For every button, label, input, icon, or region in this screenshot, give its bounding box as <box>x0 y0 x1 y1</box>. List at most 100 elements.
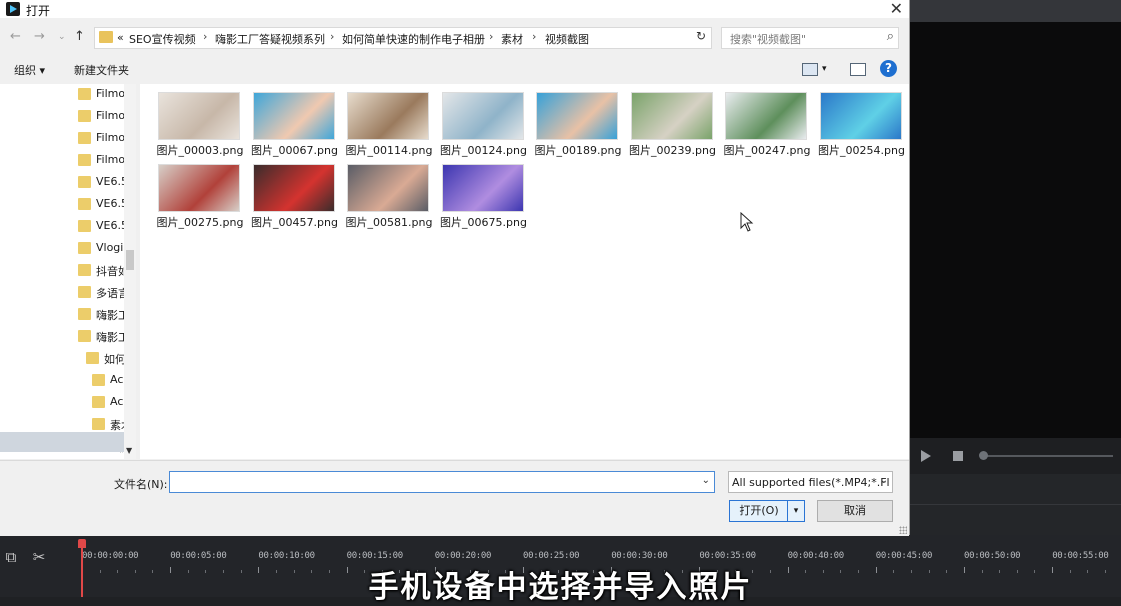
refresh-icon[interactable]: ↻ <box>692 29 710 47</box>
file-name: 图片_00189.png <box>534 144 622 157</box>
open-button-label: 打开(O) <box>739 504 779 517</box>
help-icon[interactable]: ? <box>880 60 897 77</box>
view-mode-icon[interactable] <box>802 63 818 76</box>
folder-icon <box>78 132 91 144</box>
timecode-label: 00:00:20:00 <box>434 551 492 561</box>
image-thumbnail <box>819 92 902 140</box>
image-thumbnail <box>347 92 429 140</box>
timecode-label: 00:00:45:00 <box>875 551 933 561</box>
file-thumbnail-item[interactable]: 图片_00457.png <box>247 156 338 229</box>
tree-scrollbar[interactable]: ▼ <box>124 84 136 459</box>
tree-folder-label: Ac <box>110 395 124 408</box>
filter-dropdown-icon[interactable]: ⌄ <box>880 475 888 486</box>
file-thumbnail-item[interactable]: 图片_00254.png <box>814 84 905 157</box>
open-file-dialog: 打开 ✕ ← → ⌄ ↑ « SEO宣传视频 › 嗨影工厂答疑视频系列 › 如何… <box>0 0 910 536</box>
breadcrumb-screenshots[interactable]: 视频截图 <box>545 31 589 47</box>
breadcrumb-separator: › <box>489 30 494 43</box>
breadcrumb-separator: › <box>203 30 208 43</box>
file-thumbnail-item[interactable]: 图片_00114.png <box>341 84 432 157</box>
filename-dropdown-icon[interactable]: ⌄ <box>702 475 710 486</box>
scrollbar-thumb[interactable] <box>126 250 134 270</box>
file-thumbnail-item[interactable]: 图片_00247.png <box>719 84 810 157</box>
folder-icon <box>86 352 99 364</box>
scrubber-knob[interactable] <box>979 451 988 460</box>
file-thumbnail-item[interactable]: 图片_00581.png <box>341 156 432 229</box>
file-thumbnail-item[interactable]: 图片_00067.png <box>247 84 338 157</box>
file-name: 图片_00254.png <box>818 144 905 157</box>
image-thumbnail <box>536 92 618 140</box>
search-placeholder: 搜索"视频截图" <box>730 33 807 46</box>
folder-icon <box>78 198 91 210</box>
breadcrumb-album[interactable]: 如何简单快速的制作电子相册 <box>342 31 485 47</box>
playback-scrubber[interactable] <box>983 455 1113 457</box>
forward-arrow-icon[interactable]: → <box>34 29 45 44</box>
tree-folder-label: 如何 <box>104 353 126 366</box>
filename-input[interactable]: ⌄ <box>169 471 715 493</box>
video-preview <box>909 22 1121 438</box>
new-folder-button[interactable]: 新建文件夹 <box>74 62 129 78</box>
resize-grip[interactable] <box>899 526 907 534</box>
organize-menu[interactable]: 组织 ▾ <box>14 62 45 78</box>
image-thumbnail <box>441 92 524 140</box>
breadcrumb-separator: › <box>532 30 537 43</box>
image-thumbnail <box>158 92 240 140</box>
dialog-titlebar: 打开 ✕ <box>0 0 909 18</box>
recent-dropdown-icon[interactable]: ⌄ <box>58 32 66 42</box>
file-thumbnail-item[interactable]: 图片_00675.png <box>436 156 527 229</box>
navigation-bar: ← → ⌄ ↑ « SEO宣传视频 › 嗨影工厂答疑视频系列 › 如何简单快速的… <box>0 25 909 51</box>
file-name: 图片_00675.png <box>440 216 527 229</box>
folder-icon <box>78 176 91 188</box>
player-controls <box>909 438 1121 474</box>
preview-pane-icon[interactable] <box>850 63 866 76</box>
breadcrumb-qa-series[interactable]: 嗨影工厂答疑视频系列 <box>215 31 325 47</box>
file-thumbnail-item[interactable]: 图片_00189.png <box>530 84 621 157</box>
image-thumbnail <box>347 164 429 212</box>
tree-folder-label: Filmo <box>96 109 126 122</box>
file-thumbnail-item[interactable]: 图片_00124.png <box>436 84 527 157</box>
back-arrow-icon[interactable]: ← <box>10 29 21 44</box>
app-logo-icon <box>6 2 20 16</box>
subtitle-caption: 手机设备中选择并导入照片 <box>368 570 753 605</box>
timecode-label: 00:00:35:00 <box>699 551 756 561</box>
breadcrumb-assets[interactable]: 素材 <box>501 31 523 47</box>
breadcrumb-overflow[interactable]: « <box>117 31 124 44</box>
search-box[interactable]: 搜索"视频截图" ⌕ <box>721 27 899 49</box>
image-thumbnail <box>630 92 713 140</box>
open-button[interactable]: 打开(O) ▾ <box>729 500 805 522</box>
folder-icon <box>92 396 105 408</box>
filename-label: 文件名(N): <box>114 478 168 491</box>
tree-folder-label: Filmo <box>96 87 126 100</box>
file-thumbnail-item[interactable]: 图片_00275.png <box>152 156 243 229</box>
cancel-button[interactable]: 取消 <box>817 500 893 522</box>
timecode-label: 00:00:10:00 <box>258 551 315 561</box>
breadcrumb-seo[interactable]: SEO宣传视频 <box>129 31 196 47</box>
image-thumbnail <box>725 92 807 140</box>
scroll-down-icon[interactable]: ▼ <box>126 446 132 455</box>
close-icon[interactable]: ✕ <box>890 0 903 18</box>
file-name: 图片_00247.png <box>723 144 811 157</box>
timecode-label: 00:00:25:00 <box>523 551 580 561</box>
folder-icon <box>78 264 91 276</box>
file-type-filter[interactable]: All supported files(*.MP4;*.Fl ⌄ <box>728 471 893 493</box>
file-thumbnail-item[interactable]: 图片_00239.png <box>625 84 716 157</box>
folder-icon <box>92 418 105 430</box>
folder-icon <box>78 242 91 254</box>
file-name: 图片_00275.png <box>156 216 244 229</box>
file-list: 图片_00003.png 图片_00067.png 图片_00114.png 图片_0… <box>140 84 909 459</box>
stop-icon[interactable] <box>953 451 963 461</box>
tree-folder-label: Ac <box>110 373 124 386</box>
file-thumbnail-item[interactable]: 图片_00003.png <box>152 84 243 157</box>
address-bar[interactable]: « SEO宣传视频 › 嗨影工厂答疑视频系列 › 如何简单快速的制作电子相册 ›… <box>94 27 779 49</box>
folder-icon <box>78 88 91 100</box>
file-name: 图片_00457.png <box>251 216 338 229</box>
image-thumbnail <box>158 164 240 212</box>
play-icon[interactable] <box>921 450 931 462</box>
up-arrow-icon[interactable]: ↑ <box>74 29 85 44</box>
breadcrumb-separator: › <box>330 30 335 43</box>
timecode-label: 00:00:55:00 <box>1052 551 1109 561</box>
search-icon[interactable]: ⌕ <box>887 29 894 44</box>
view-dropdown-icon[interactable]: ▾ <box>822 64 827 74</box>
open-split-dropdown-icon[interactable]: ▾ <box>787 501 804 521</box>
image-thumbnail <box>441 164 524 212</box>
folder-icon <box>92 374 105 386</box>
